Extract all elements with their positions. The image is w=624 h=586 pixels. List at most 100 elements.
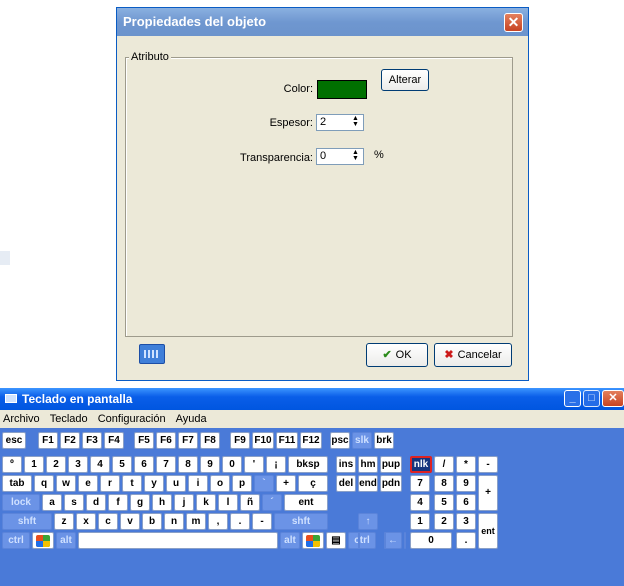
- key-psc[interactable]: psc: [330, 432, 350, 449]
- key-4[interactable]: 4: [90, 456, 110, 473]
- menu-teclado[interactable]: Teclado: [47, 410, 92, 425]
- key-esc[interactable]: esc: [2, 432, 26, 449]
- key-q[interactable]: q: [34, 475, 54, 492]
- key-0[interactable]: 0: [222, 456, 242, 473]
- transparency-value[interactable]: 0: [320, 150, 326, 162]
- minimize-icon[interactable]: _: [564, 390, 581, 407]
- key-c[interactable]: c: [98, 513, 118, 530]
- key-c-cedilla[interactable]: ç: [298, 475, 328, 492]
- key-num3[interactable]: 3: [456, 513, 476, 530]
- menu-key-icon[interactable]: ▤: [326, 532, 346, 549]
- key-n-tilde[interactable]: ñ: [240, 494, 260, 511]
- key-9[interactable]: 9: [200, 456, 220, 473]
- key-i[interactable]: i: [188, 475, 208, 492]
- key-1[interactable]: 1: [24, 456, 44, 473]
- key-shift-right[interactable]: shft: [274, 513, 328, 530]
- key-backspace[interactable]: bksp: [288, 456, 328, 473]
- alter-button[interactable]: Alterar: [381, 69, 429, 91]
- key-z[interactable]: z: [54, 513, 74, 530]
- key-num0[interactable]: 0: [410, 532, 452, 549]
- key-num4[interactable]: 4: [410, 494, 430, 511]
- key-f7[interactable]: F7: [178, 432, 198, 449]
- key-f11[interactable]: F11: [276, 432, 298, 449]
- osk-titlebar[interactable]: Teclado en pantalla _ □ ✕: [0, 388, 624, 410]
- key-num6[interactable]: 6: [456, 494, 476, 511]
- key-k[interactable]: k: [196, 494, 216, 511]
- key-grave[interactable]: `: [254, 475, 274, 492]
- key-numlock[interactable]: nlk: [410, 456, 432, 473]
- key-s[interactable]: s: [64, 494, 84, 511]
- key-3[interactable]: 3: [68, 456, 88, 473]
- menu-configuracion[interactable]: Configuración: [95, 410, 170, 425]
- key-divide[interactable]: /: [434, 456, 454, 473]
- key-o[interactable]: o: [210, 475, 230, 492]
- key-comma[interactable]: ,: [208, 513, 228, 530]
- arrow-left-icon[interactable]: ←: [384, 532, 402, 549]
- key-8[interactable]: 8: [178, 456, 198, 473]
- key-num5[interactable]: 5: [434, 494, 454, 511]
- key-e[interactable]: e: [78, 475, 98, 492]
- key-h[interactable]: h: [152, 494, 172, 511]
- key-d[interactable]: d: [86, 494, 106, 511]
- key-num7[interactable]: 7: [410, 475, 430, 492]
- key-f3[interactable]: F3: [82, 432, 102, 449]
- transparency-spinner[interactable]: 0 ▲ ▼: [316, 148, 364, 165]
- key-del[interactable]: del: [336, 475, 356, 492]
- key-numenter[interactable]: ent: [478, 513, 498, 549]
- key-num9[interactable]: 9: [456, 475, 476, 492]
- key-ordinal[interactable]: º: [2, 456, 22, 473]
- thickness-spinner[interactable]: 2 ▲ ▼: [316, 114, 364, 131]
- close-icon[interactable]: ✕: [504, 13, 523, 32]
- key-2[interactable]: 2: [46, 456, 66, 473]
- key-f4[interactable]: F4: [104, 432, 124, 449]
- key-v[interactable]: v: [120, 513, 140, 530]
- thickness-value[interactable]: 2: [320, 116, 326, 128]
- key-alt-right[interactable]: alt: [280, 532, 300, 549]
- key-r[interactable]: r: [100, 475, 120, 492]
- key-j[interactable]: j: [174, 494, 194, 511]
- spinner-arrows-icon[interactable]: ▲ ▼: [349, 149, 362, 163]
- key-alt-left[interactable]: alt: [56, 532, 76, 549]
- key-multiply[interactable]: *: [456, 456, 476, 473]
- key-7[interactable]: 7: [156, 456, 176, 473]
- key-ctrl-right[interactable]: ctrl: [348, 532, 376, 549]
- menu-ayuda[interactable]: Ayuda: [173, 410, 211, 425]
- ok-button[interactable]: ✔ OK: [366, 343, 428, 367]
- key-subtract[interactable]: -: [478, 456, 498, 473]
- key-brk[interactable]: brk: [374, 432, 394, 449]
- key-x[interactable]: x: [76, 513, 96, 530]
- spinner-arrows-icon[interactable]: ▲ ▼: [349, 115, 362, 129]
- key-f1[interactable]: F1: [38, 432, 58, 449]
- key-a[interactable]: a: [42, 494, 62, 511]
- key-home[interactable]: hm: [358, 456, 378, 473]
- maximize-icon[interactable]: □: [583, 390, 600, 407]
- key-num2[interactable]: 2: [434, 513, 454, 530]
- key-num8[interactable]: 8: [434, 475, 454, 492]
- key-u[interactable]: u: [166, 475, 186, 492]
- key-5[interactable]: 5: [112, 456, 132, 473]
- key-w[interactable]: w: [56, 475, 76, 492]
- menu-archivo[interactable]: Archivo: [0, 410, 44, 425]
- key-m[interactable]: m: [186, 513, 206, 530]
- key-numplus[interactable]: +: [478, 475, 498, 511]
- arrow-up-icon[interactable]: ↑: [358, 513, 378, 530]
- key-l[interactable]: l: [218, 494, 238, 511]
- key-ctrl-left[interactable]: ctrl: [2, 532, 30, 549]
- key-n[interactable]: n: [164, 513, 184, 530]
- key-f8[interactable]: F8: [200, 432, 220, 449]
- close-icon[interactable]: ✕: [602, 390, 624, 407]
- windows-icon[interactable]: [302, 532, 324, 549]
- key-numdecimal[interactable]: .: [456, 532, 476, 549]
- key-slk[interactable]: slk: [352, 432, 372, 449]
- key-ins[interactable]: ins: [336, 456, 356, 473]
- keyboard-icon[interactable]: [139, 344, 165, 364]
- key-end[interactable]: end: [358, 475, 378, 492]
- key-space[interactable]: [78, 532, 278, 549]
- cancel-button[interactable]: ✖ Cancelar: [434, 343, 512, 367]
- key-b[interactable]: b: [142, 513, 162, 530]
- key-f[interactable]: f: [108, 494, 128, 511]
- color-swatch[interactable]: [317, 80, 367, 99]
- key-capslock[interactable]: lock: [2, 494, 40, 511]
- key-apostrophe[interactable]: ': [244, 456, 264, 473]
- key-pageup[interactable]: pup: [380, 456, 402, 473]
